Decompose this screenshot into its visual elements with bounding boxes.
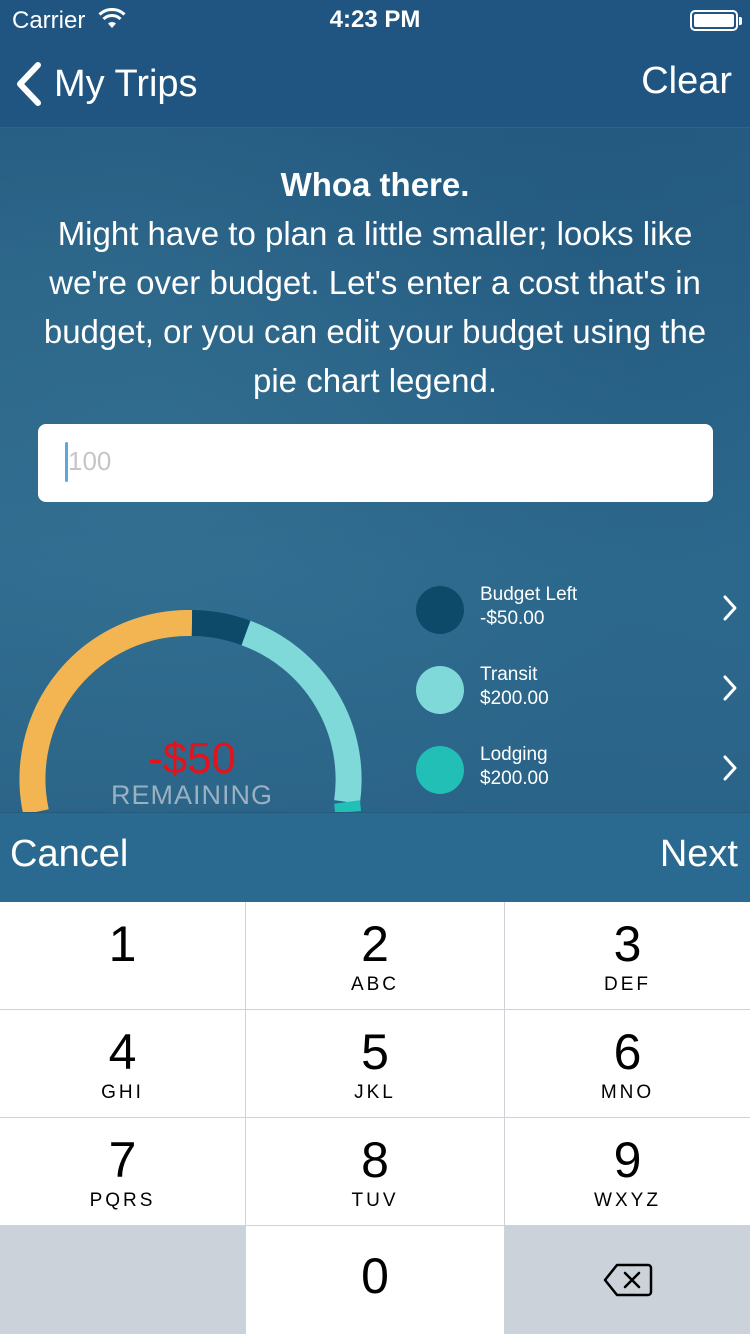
legend-value: -$50.00 <box>480 608 545 629</box>
legend-name: Lodging <box>480 744 548 765</box>
back-button[interactable]: My Trips <box>14 56 198 112</box>
key-letters: PQRS <box>89 1190 156 1211</box>
legend-item-budget-left[interactable]: Budget Left -$50.00 <box>416 584 750 634</box>
chevron-left-icon <box>17 62 41 106</box>
key-5[interactable]: 5 JKL <box>246 1010 504 1117</box>
legend-item-lodging[interactable]: Lodging $200.00 <box>416 744 750 794</box>
cost-input-placeholder: 100 <box>68 446 112 476</box>
key-digit: 6 <box>613 1024 642 1080</box>
legend-value: $200.00 <box>480 688 549 709</box>
cancel-button[interactable]: Cancel <box>10 833 128 876</box>
key-letters: DEF <box>604 974 651 995</box>
chevron-right-icon <box>723 595 737 621</box>
delete-key[interactable] <box>505 1226 750 1334</box>
clear-button[interactable]: Clear <box>641 60 732 103</box>
legend-item-transit[interactable]: Transit $200.00 <box>416 664 750 714</box>
key-letters: GHI <box>101 1082 144 1103</box>
remaining-label: REMAINING <box>110 780 273 810</box>
key-3[interactable]: 3 DEF <box>505 902 750 1009</box>
key-2[interactable]: 2 ABC <box>246 902 504 1009</box>
key-7[interactable]: 7 PQRS <box>0 1118 245 1225</box>
key-letters: ABC <box>350 974 400 995</box>
remaining-amount: -$50 <box>147 734 237 783</box>
legend-dot-lodging <box>416 746 464 794</box>
key-digit: 4 <box>108 1024 137 1080</box>
key-0[interactable]: 0 <box>246 1226 504 1334</box>
key-digit: 7 <box>108 1132 137 1188</box>
key-blank <box>0 1226 245 1334</box>
status-bar: Carrier 4:23 PM <box>0 0 750 40</box>
key-6[interactable]: 6 MNO <box>505 1010 750 1117</box>
navigation-bar: Carrier 4:23 PM My Trips Clear <box>0 0 750 128</box>
key-9[interactable]: 9 WXYZ <box>505 1118 750 1225</box>
key-letters: WXYZ <box>594 1190 661 1211</box>
cost-input[interactable]: 100 <box>38 424 713 502</box>
key-8[interactable]: 8 TUV <box>246 1118 504 1225</box>
legend-dot-budget-left <box>416 586 464 634</box>
key-digit: 2 <box>361 916 389 972</box>
key-digit: 0 <box>361 1248 389 1304</box>
legend-dot-transit <box>416 666 464 714</box>
key-letters: JKL <box>354 1082 396 1103</box>
message-body: Might have to plan a little smaller; loo… <box>43 215 707 399</box>
backspace-icon <box>603 1263 652 1297</box>
legend-name: Budget Left <box>480 584 578 605</box>
key-digit: 9 <box>613 1132 642 1188</box>
chevron-right-icon <box>723 755 737 781</box>
key-4[interactable]: 4 GHI <box>0 1010 245 1117</box>
segment-budget-left <box>191 610 251 646</box>
key-digit: 3 <box>613 916 642 972</box>
keyboard-toolbar: Cancel Next <box>0 812 750 902</box>
key-digit: 5 <box>361 1024 389 1080</box>
over-budget-message: Whoa there. Might have to plan a little … <box>30 160 720 405</box>
chevron-right-icon <box>723 675 737 701</box>
key-digit: 1 <box>108 916 137 972</box>
number-pad: 1 2 ABC 3 DEF 4 GHI 5 JKL 6 MNO 7 PQRS 8… <box>0 902 750 1334</box>
battery-icon <box>690 10 742 31</box>
legend-value: $200.00 <box>480 768 549 789</box>
key-letters: TUV <box>351 1190 399 1211</box>
legend-name: Transit <box>480 664 538 685</box>
key-1[interactable]: 1 <box>0 902 245 1009</box>
key-letters: MNO <box>600 1082 655 1103</box>
key-digit: 8 <box>361 1132 389 1188</box>
clock: 4:23 PM <box>329 6 421 33</box>
next-button[interactable]: Next <box>660 833 738 876</box>
message-title: Whoa there. <box>280 166 470 203</box>
back-label: My Trips <box>54 62 198 105</box>
